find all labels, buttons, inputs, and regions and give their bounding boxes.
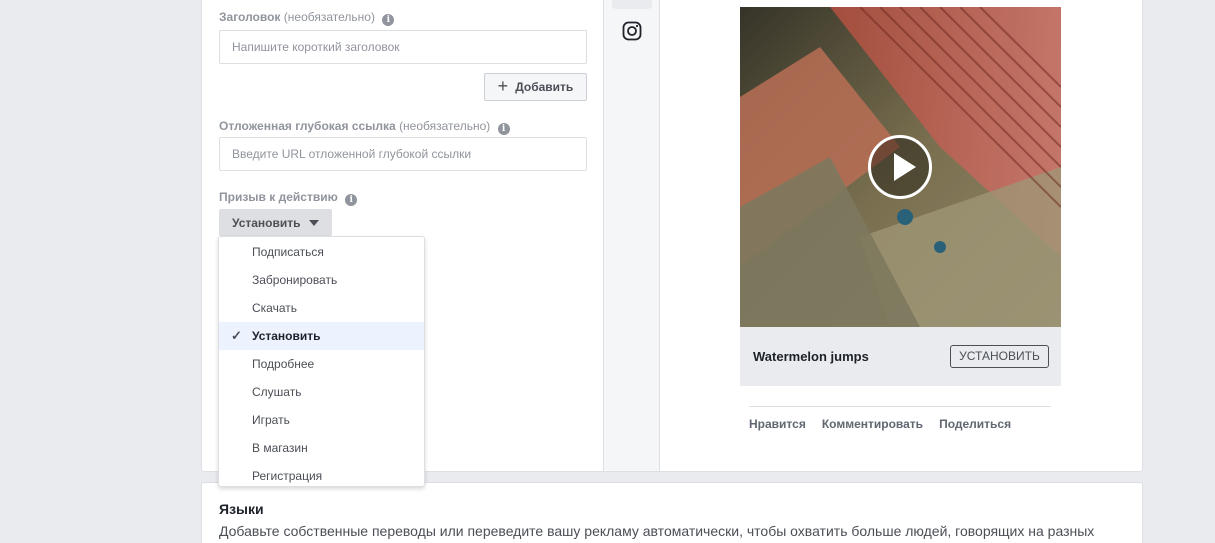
cta-select-button[interactable]: Установить xyxy=(219,209,332,236)
languages-description: Добавьте собственные переводы или переве… xyxy=(219,523,1095,539)
cta-option[interactable]: Забронировать xyxy=(219,266,424,294)
preview-actions: Нравится Комментировать Поделиться xyxy=(749,417,1011,431)
like-action[interactable]: Нравится xyxy=(749,417,806,431)
cta-option[interactable]: Слушать xyxy=(219,378,424,406)
cta-option[interactable]: Скачать xyxy=(219,294,424,322)
plus-icon: + xyxy=(497,76,509,96)
cta-label: Призыв к действию i xyxy=(219,190,358,206)
video-thumbnail[interactable] xyxy=(740,7,1061,327)
cta-option[interactable]: В магазин xyxy=(219,434,424,462)
headline-input[interactable] xyxy=(220,31,586,63)
check-icon: ✓ xyxy=(231,328,242,343)
info-icon[interactable]: i xyxy=(497,123,510,135)
share-action[interactable]: Поделиться xyxy=(939,417,1011,431)
preview-install-button[interactable]: УСТАНОВИТЬ xyxy=(950,345,1049,368)
play-icon[interactable] xyxy=(868,135,932,199)
languages-card: Языки Добавьте собственные переводы или … xyxy=(201,482,1143,543)
cta-dropdown-menu: Подписаться Забронировать Скачать ✓ Установи… xyxy=(218,236,425,487)
divider xyxy=(749,406,1051,407)
placement-rail xyxy=(603,0,660,471)
info-icon[interactable]: i xyxy=(345,194,358,206)
deep-link-label: Отложенная глубокая ссылка (необязательн… xyxy=(219,119,510,135)
languages-title: Языки xyxy=(219,501,264,517)
deep-link-input[interactable] xyxy=(220,138,586,170)
cta-option[interactable]: Подписаться xyxy=(219,238,424,266)
placement-tab[interactable] xyxy=(612,0,652,9)
cta-option[interactable]: Подробнее xyxy=(219,350,424,378)
headline-label: Заголовок (необязательно) i xyxy=(219,10,395,26)
cta-option[interactable]: ✓ Установить xyxy=(219,322,424,350)
preview-app-name: Watermelon jumps xyxy=(753,349,869,364)
deep-link-field[interactable] xyxy=(219,137,587,171)
cta-option[interactable]: Играть xyxy=(219,406,424,434)
cta-option[interactable]: Регистрация xyxy=(219,462,424,486)
caret-down-icon xyxy=(308,219,319,226)
instagram-icon[interactable] xyxy=(622,21,642,41)
add-headline-button[interactable]: + Добавить xyxy=(484,73,587,101)
comment-action[interactable]: Комментировать xyxy=(822,417,923,431)
ad-preview: Watermelon jumps УСТАНОВИТЬ xyxy=(740,7,1061,386)
headline-field[interactable] xyxy=(219,30,587,64)
info-icon[interactable]: i xyxy=(382,14,395,26)
